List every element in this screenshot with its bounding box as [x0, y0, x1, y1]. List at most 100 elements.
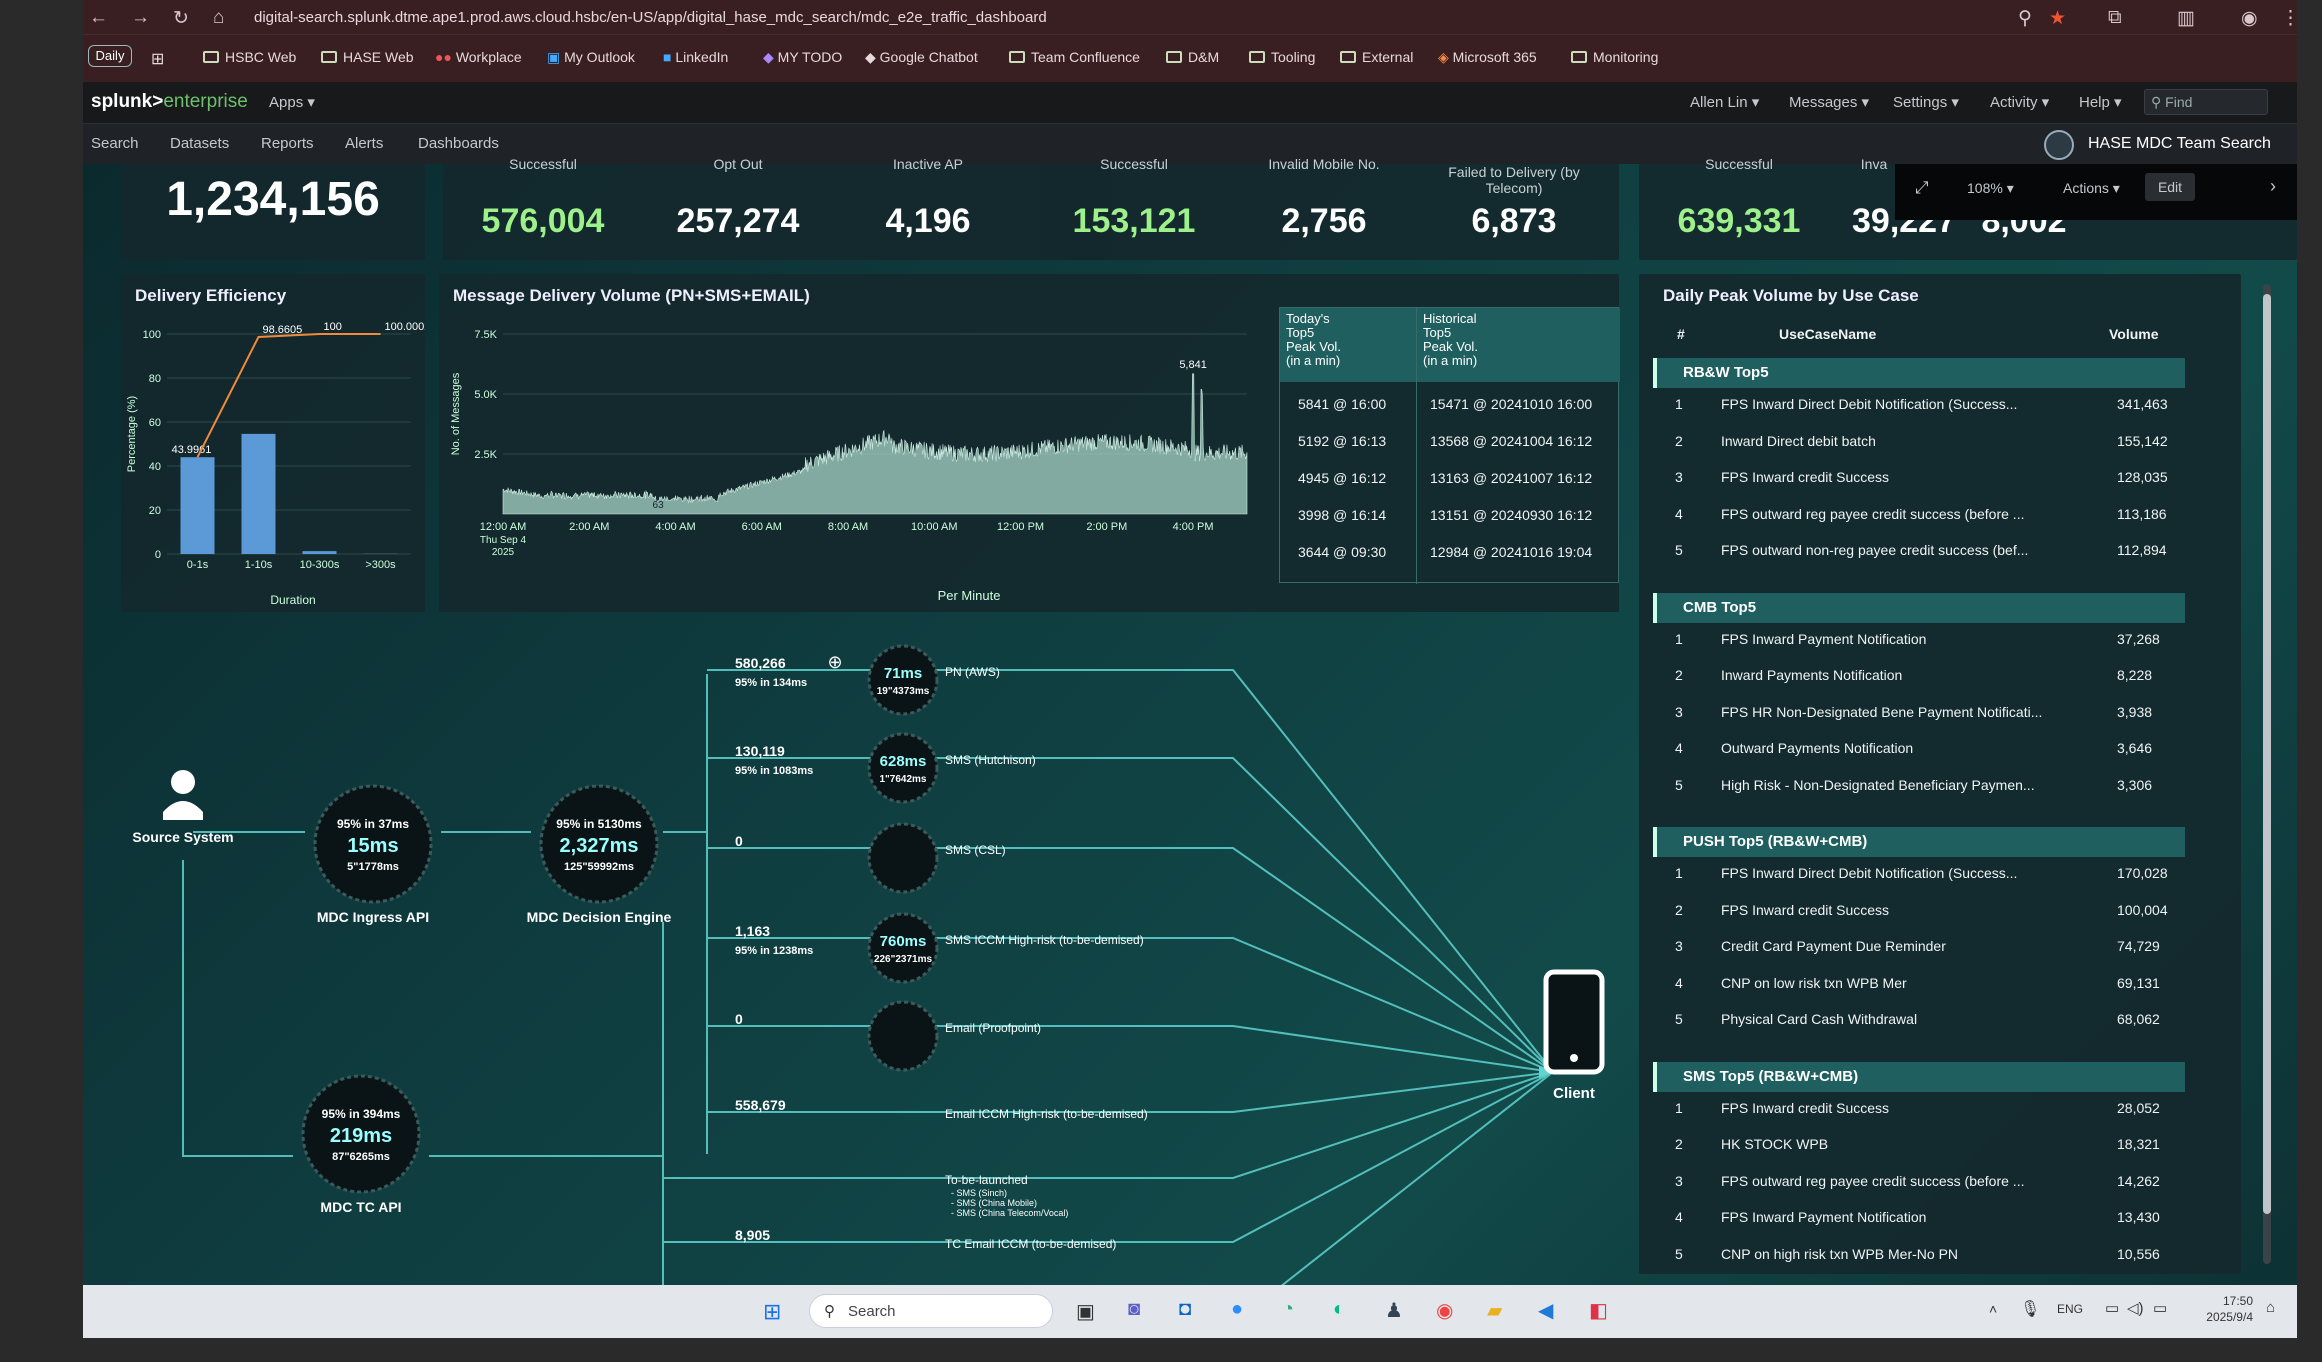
bookmark-dm[interactable]: D&M [1166, 49, 1219, 65]
channel-count: 580,266 [735, 655, 786, 671]
bookmark-star-icon[interactable]: ★ [2049, 7, 2066, 30]
settings-menu[interactable]: Settings ▾ [1893, 93, 1959, 111]
bookmark-monitoring[interactable]: Monitoring [1571, 49, 1658, 65]
clock-time[interactable]: 17:50 [2193, 1294, 2253, 1308]
profile-icon[interactable]: ◉ [2241, 7, 2258, 30]
address-bar[interactable]: digital-search.splunk.dtme.ape1.prod.aws… [254, 6, 2074, 30]
row-volume: 170,028 [2117, 865, 2168, 881]
row-rank: 4 [1675, 505, 1683, 522]
row-usecase: FPS Inward Direct Debit Notification (Su… [1721, 396, 2018, 412]
historical-header-line: Top5 [1423, 325, 1452, 340]
chrome-icon[interactable]: ◉ [1436, 1298, 1453, 1323]
clock-date[interactable]: 2025/9/4 [2183, 1310, 2253, 1324]
language-indicator[interactable]: ENG [2057, 1302, 2083, 1316]
outlook-icon[interactable]: ◘ [1179, 1298, 1191, 1321]
battery-icon[interactable]: ▭ [2153, 1299, 2167, 1317]
nav-search[interactable]: Search [91, 135, 139, 152]
actions-menu[interactable]: Actions ▾ [2063, 180, 2120, 197]
kpi-value: 153,121 [1072, 202, 1196, 240]
apps-menu[interactable]: Apps ▾ [269, 93, 315, 111]
y-tick-label: 2.5K [474, 449, 497, 461]
people-icon[interactable]: ♟ [1385, 1298, 1403, 1323]
vscode-icon[interactable]: ◀ [1538, 1298, 1553, 1323]
x-tick-label: 4:00 AM [655, 521, 695, 533]
x-tick-label: 0-1s [187, 559, 209, 571]
x-tick-label: 10:00 AM [911, 521, 957, 533]
task-view-icon[interactable]: ▣ [1076, 1299, 1095, 1324]
notification-icon[interactable]: ⌂ [2266, 1299, 2275, 1316]
sidebar-icon[interactable]: ▥ [2177, 7, 2195, 30]
edit-button[interactable]: Edit [2145, 173, 2195, 201]
kpi-value: 639,331 [1677, 202, 1801, 240]
volume-chart: No. of Messages 2.5K 5.0K 7.5K 12:00 AM 2:00… [450, 329, 1248, 603]
powerpoint-icon[interactable]: ◧ [1589, 1298, 1608, 1323]
messages-menu[interactable]: Messages ▾ [1789, 93, 1869, 111]
cursor-icon: ⊕ [827, 652, 842, 672]
bookmark-team-confluence[interactable]: Team Confluence [1009, 49, 1140, 65]
folder-icon[interactable]: ▰ [1487, 1298, 1502, 1323]
windows-start-icon[interactable]: ⊞ [763, 1299, 781, 1325]
delivery-efficiency-chart: Percentage (%) 0 20 40 60 80 100 0-1s 43.9961 1-… [126, 321, 425, 607]
nav-datasets[interactable]: Datasets [170, 135, 229, 152]
taskbar-search[interactable]: ⚲ Search [809, 1294, 1053, 1328]
help-menu[interactable]: Help ▾ [2079, 93, 2122, 111]
zoom-app-icon[interactable]: ● [1231, 1298, 1243, 1321]
forward-icon[interactable]: → [131, 7, 150, 29]
zoom-select[interactable]: 108% ▾ [1967, 180, 2014, 197]
bookmark-hsbc-web[interactable]: HSBC Web [203, 49, 296, 65]
row-usecase: FPS HR Non-Designated Bene Payment Notif… [1721, 703, 2043, 720]
fullscreen-icon[interactable]: ⤢ [1915, 178, 1929, 198]
splunk-logo[interactable]: splunk>enterprise [91, 91, 248, 113]
bookmark-my-outlook[interactable]: ▣ My Outlook [547, 49, 635, 66]
x-tick-label: 2:00 AM [569, 521, 609, 533]
bookmark-google-chatbot[interactable]: ◆ Google Chatbot [865, 49, 978, 66]
bookmark-linkedin[interactable]: ■ LinkedIn [663, 49, 728, 65]
today-header-line: Peak Vol. [1286, 339, 1341, 354]
channel-avg: 71ms [884, 665, 922, 682]
back-icon[interactable]: ← [89, 7, 108, 29]
bookmark-tooling[interactable]: Tooling [1249, 49, 1315, 65]
home-icon[interactable]: ⌂ [213, 7, 224, 29]
y-axis-label: No. of Messages [450, 372, 462, 455]
bookmark-external[interactable]: External [1340, 49, 1413, 65]
chevron-right-icon[interactable]: › [2270, 176, 2276, 197]
find-input[interactable]: ⚲ Find [2144, 89, 2268, 115]
user-menu[interactable]: Allen Lin ▾ [1690, 93, 1759, 111]
extensions-icon[interactable]: ⧉ [2108, 7, 2122, 29]
bookmark-my-todo[interactable]: ◆ MY TODO [763, 49, 842, 66]
node-range: 87"6265ms [332, 1151, 390, 1163]
bookmark-daily[interactable]: Daily [88, 45, 132, 67]
row-usecase: Inward Payments Notification [1721, 667, 1903, 683]
chat-icon[interactable]: ◔ [1282, 1298, 1294, 1321]
teams-icon[interactable]: ◙ [1128, 1298, 1140, 1321]
edge-icon[interactable]: ◐ [1333, 1298, 1345, 1321]
channel-line [707, 669, 1554, 1073]
bar [302, 551, 337, 554]
menu-icon[interactable]: ⋮ [2281, 7, 2297, 30]
scrollbar[interactable] [2263, 284, 2271, 1264]
kpi-group-2: Successful 153,121 Invalid Mobile No. 2,… [1039, 156, 1619, 260]
nav-alerts[interactable]: Alerts [345, 135, 383, 152]
tray-chevron-icon[interactable]: ˄ [1989, 1301, 1997, 1317]
col-header: Volume [2109, 326, 2159, 342]
row-volume: 10,556 [2117, 1245, 2160, 1262]
nav-reports[interactable]: Reports [261, 135, 314, 152]
reload-icon[interactable]: ↻ [173, 7, 189, 30]
today-peak-cell: 3998 @ 16:14 [1298, 507, 1387, 523]
mic-icon[interactable]: 🎙 [2020, 1299, 2040, 1319]
bookmark-microsoft-365[interactable]: ◈ Microsoft 365 [1438, 49, 1537, 66]
row-rank: 3 [1675, 703, 1683, 720]
nav-dashboards[interactable]: Dashboards [418, 135, 499, 152]
y-tick-label: 100 [143, 329, 161, 341]
volume-icon[interactable]: ◁) [2127, 1299, 2144, 1317]
bookmark-workplace[interactable]: ●● Workplace [435, 49, 522, 65]
today-header-line: (in a min) [1286, 353, 1341, 368]
bookmark-hase-web[interactable]: HASE Web [321, 49, 414, 65]
x-sub-label: 2025 [492, 547, 515, 558]
apps-grid-icon[interactable]: ⊞ [151, 49, 164, 69]
zoom-icon[interactable]: ⚲ [2018, 7, 2032, 30]
activity-menu[interactable]: Activity ▾ [1990, 93, 2049, 111]
col-header: # [1677, 326, 1685, 342]
historical-header: Historical Top5 Peak Vol. (in a min) [1417, 308, 1620, 382]
network-icon[interactable]: ▭ [2105, 1299, 2119, 1317]
